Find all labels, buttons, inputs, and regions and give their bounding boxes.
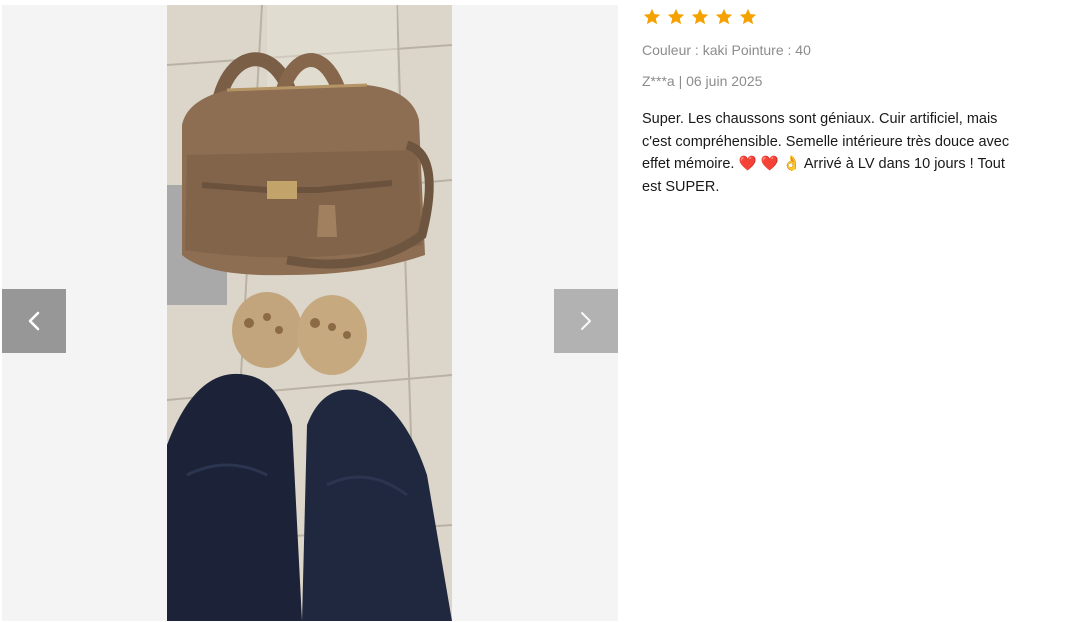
star-icon <box>739 8 757 25</box>
review-panel: Couleur : kaki Pointure : 40 Z***a | 06 … <box>642 5 1032 198</box>
author-and-date: Z***a | 06 juin 2025 <box>642 73 763 89</box>
next-image-button[interactable] <box>554 289 618 353</box>
review-detail: Couleur : kaki Pointure : 40 Z***a | 06 … <box>0 0 1068 622</box>
review-image-gallery <box>2 5 618 621</box>
variant-info: Couleur : kaki Pointure : 40 <box>642 42 811 58</box>
star-icon <box>715 8 733 25</box>
star-icon <box>691 8 709 25</box>
previous-image-button[interactable] <box>2 289 66 353</box>
star-rating <box>642 5 1032 29</box>
star-icon <box>643 8 661 25</box>
review-photo[interactable] <box>167 5 452 621</box>
chevron-left-icon <box>28 311 40 331</box>
review-comment: Super. Les chaussons sont géniaux. Cuir … <box>642 111 1010 195</box>
star-icon <box>667 8 685 25</box>
chevron-right-icon <box>581 312 591 330</box>
